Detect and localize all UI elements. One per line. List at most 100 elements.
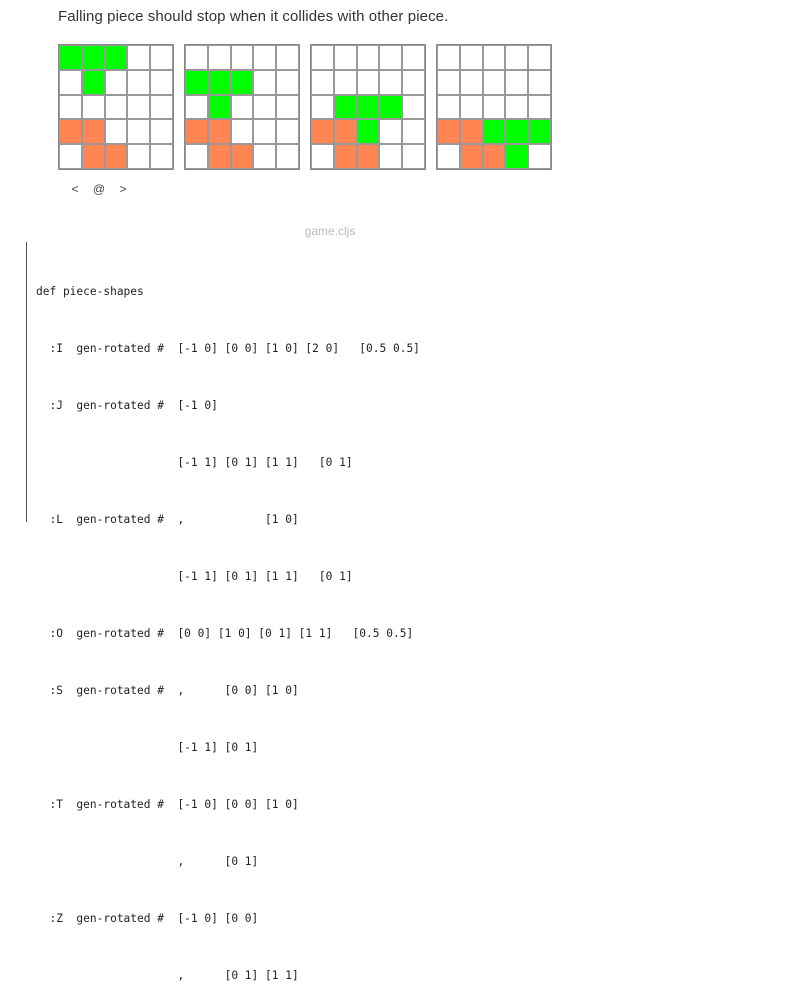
falling-piece-cell [356,119,380,145]
empty-cell [104,69,128,95]
falling-piece-cell [505,144,529,169]
empty-cell [185,45,208,70]
code-line: :T gen-rotated # [-1 0] [0 0] [1 0] [36,798,299,811]
code-line: [-1 1] [0 1] [36,741,259,754]
code-line: [-1 1] [0 1] [1 1] [0 1] [36,456,353,469]
falling-piece-cell [333,94,357,120]
landed-piece-cell [81,144,105,169]
empty-cell [333,69,357,95]
landed-piece-cell [459,144,483,169]
empty-cell [127,94,151,120]
landed-piece-cell [437,119,460,145]
empty-cell [104,119,128,145]
empty-cell [253,144,277,169]
empty-cell [528,94,551,120]
empty-cell [333,45,357,70]
falling-piece-cell [207,94,231,120]
code-gutter-line [26,242,27,522]
landed-piece-cell [59,119,82,145]
file-name-label: game.cljs [304,224,356,238]
board-grid-1 [58,44,174,170]
empty-cell [356,45,380,70]
landed-piece-cell [104,144,128,169]
code-line: :I gen-rotated # [-1 0] [0 0] [1 0] [2 0… [36,342,420,355]
landed-piece-cell [207,144,231,169]
code-line: [-1 1] [0 1] [1 1] [0 1] [36,570,353,583]
next-step-button[interactable]: > [111,182,135,196]
board-grid-2 [184,44,300,170]
code-block[interactable]: def piece-shapes :I gen-rotated # [-1 0]… [36,244,420,1004]
board-grid-4 [436,44,552,170]
empty-cell [150,119,173,145]
empty-cell [437,94,460,120]
empty-cell [276,69,299,95]
empty-cell [311,69,334,95]
code-line: , [0 1] [1 1] [36,969,299,982]
empty-cell [311,45,334,70]
empty-cell [59,94,82,120]
landed-piece-cell [333,119,357,145]
empty-cell [104,94,128,120]
falling-piece-cell [185,69,208,95]
prev-step-button[interactable]: < [63,182,87,196]
step-navigation: < @ > [63,182,135,196]
empty-cell [253,69,277,95]
landed-piece-cell [356,144,380,169]
empty-cell [379,69,403,95]
page-heading: Falling piece should stop when it collid… [58,8,449,25]
board-frames [58,44,558,170]
empty-cell [311,144,334,169]
landed-piece-cell [482,144,506,169]
empty-cell [437,144,460,169]
empty-cell [253,45,277,70]
empty-cell [356,69,380,95]
empty-cell [437,69,460,95]
empty-cell [276,45,299,70]
landed-piece-cell [185,119,208,145]
empty-cell [150,69,173,95]
empty-cell [402,94,425,120]
empty-cell [505,94,529,120]
empty-cell [505,69,529,95]
empty-cell [528,144,551,169]
reset-button[interactable]: @ [87,182,111,196]
falling-piece-cell [528,119,551,145]
falling-piece-cell [356,94,380,120]
empty-cell [81,94,105,120]
empty-cell [59,69,82,95]
empty-cell [150,94,173,120]
empty-cell [276,94,299,120]
board-grid-3 [310,44,426,170]
empty-cell [207,45,231,70]
empty-cell [528,69,551,95]
empty-cell [379,45,403,70]
empty-cell [402,69,425,95]
empty-cell [276,119,299,145]
empty-cell [402,144,425,169]
code-line: :Z gen-rotated # [-1 0] [0 0] [36,912,259,925]
code-line: :S gen-rotated # , [0 0] [1 0] [36,684,299,697]
empty-cell [437,45,460,70]
falling-piece-cell [482,119,506,145]
empty-cell [311,94,334,120]
falling-piece-cell [104,45,128,70]
empty-cell [379,119,403,145]
empty-cell [230,45,254,70]
empty-cell [482,45,506,70]
landed-piece-cell [230,144,254,169]
empty-cell [253,94,277,120]
code-line: , [0 1] [36,855,259,868]
empty-cell [459,94,483,120]
empty-cell [185,144,208,169]
empty-cell [482,94,506,120]
empty-cell [150,144,173,169]
code-line: :L gen-rotated # , [1 0] [36,513,299,526]
falling-piece-cell [81,45,105,70]
landed-piece-cell [207,119,231,145]
empty-cell [185,94,208,120]
code-line: :J gen-rotated # [-1 0] [36,399,218,412]
empty-cell [482,69,506,95]
empty-cell [459,69,483,95]
empty-cell [505,45,529,70]
empty-cell [253,119,277,145]
